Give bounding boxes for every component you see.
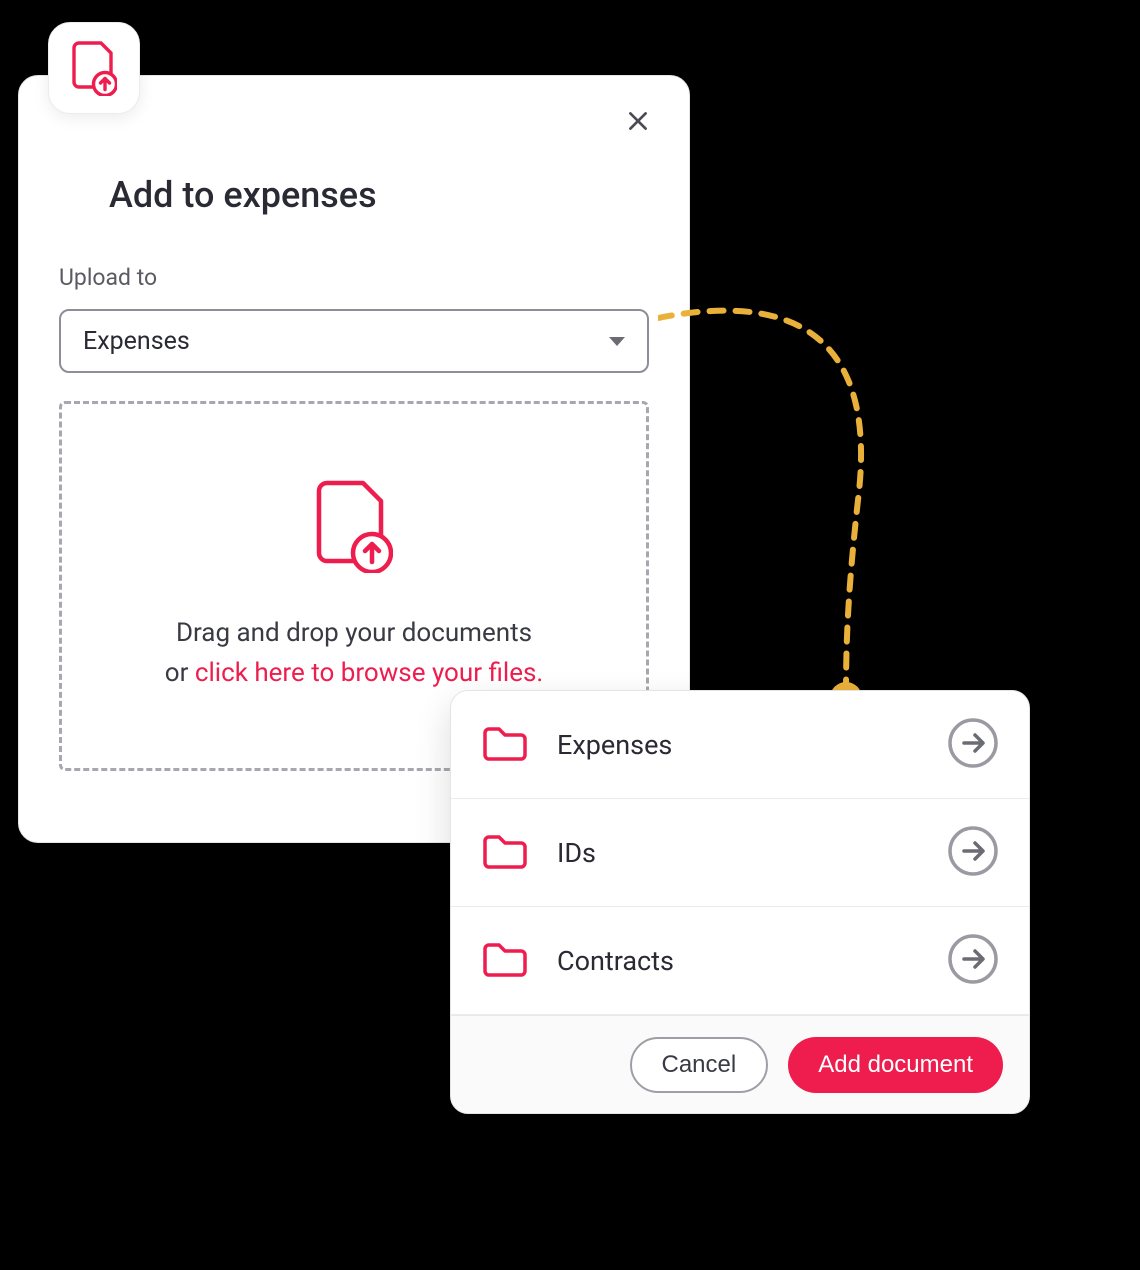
folder-label: Expenses (557, 729, 947, 761)
folder-row[interactable]: Contracts (451, 907, 1029, 1015)
select-value: Expenses (83, 327, 190, 356)
folder-icon (481, 723, 529, 767)
navigate-arrow-icon[interactable] (947, 825, 999, 881)
cancel-button[interactable]: Cancel (630, 1037, 769, 1093)
folder-label: Contracts (557, 945, 947, 977)
folder-row[interactable]: Expenses (451, 691, 1029, 799)
dialog-title: Add to expenses (109, 174, 649, 216)
upload-file-icon (315, 479, 393, 577)
folder-icon (481, 939, 529, 983)
chevron-down-icon (609, 337, 625, 346)
dropzone-instruction-line1: Drag and drop your documents (176, 613, 532, 653)
close-button[interactable] (617, 100, 659, 142)
dropzone-instruction-line2: or click here to browse your files. (165, 653, 544, 693)
navigate-arrow-icon[interactable] (947, 933, 999, 989)
file-upload-icon (71, 40, 117, 96)
browse-files-link[interactable]: click here to browse your files. (195, 658, 543, 688)
popup-footer: Cancel Add document (451, 1015, 1029, 1113)
upload-to-label: Upload to (59, 264, 649, 291)
folder-picker-popup: Expenses IDs (450, 690, 1030, 1114)
folder-icon (481, 831, 529, 875)
dialog-icon-badge (48, 22, 140, 114)
add-document-button[interactable]: Add document (788, 1037, 1003, 1093)
folder-row[interactable]: IDs (451, 799, 1029, 907)
dropzone-prefix: or (165, 658, 195, 688)
connector-line (658, 300, 1058, 720)
folder-label: IDs (557, 837, 947, 869)
close-icon (625, 108, 651, 134)
navigate-arrow-icon[interactable] (947, 717, 999, 773)
destination-select[interactable]: Expenses (59, 309, 649, 373)
